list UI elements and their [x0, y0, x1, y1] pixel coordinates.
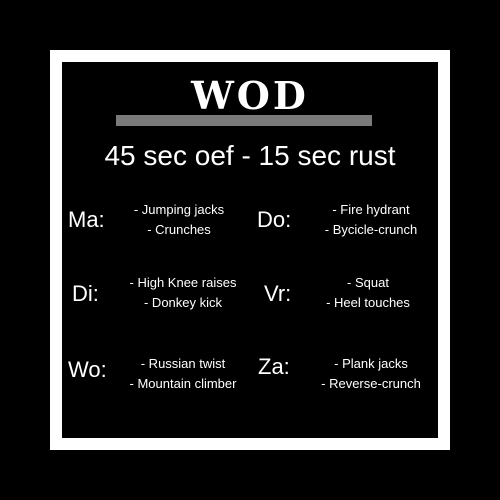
exercise-list-wo: - Russian twist - Mountain climber: [113, 354, 253, 394]
day-label-vr: Vr:: [264, 281, 292, 306]
exercise-item: - Donkey kick: [143, 295, 223, 310]
exercise-list-vr: - Squat - Heel touches: [308, 273, 428, 313]
exercise-item: - Fire hydrant: [332, 202, 410, 217]
exercise-item: - Squat: [347, 275, 389, 290]
exercise-item: - Reverse-crunch: [321, 376, 421, 391]
subtitle: 45 sec oef - 15 sec rust: [104, 140, 396, 171]
exercise-item: - Jumping jacks: [133, 202, 225, 217]
exercise-item: - Russian twist: [140, 356, 226, 371]
day-label-do: Do:: [257, 207, 292, 232]
exercise-item: - Bycicle-crunch: [324, 222, 418, 237]
title-divider: [116, 115, 372, 126]
day-label-za: Za:: [258, 354, 290, 379]
exercise-item: - High Knee raises: [129, 275, 237, 290]
page-title: WOD: [191, 73, 309, 118]
day-label-di: Di:: [72, 281, 99, 306]
day-label-ma: Ma:: [68, 207, 105, 232]
exercise-item: - Crunches: [147, 222, 211, 237]
exercise-item: - Heel touches: [326, 295, 410, 310]
day-label-wo: Wo:: [68, 357, 107, 382]
exercise-list-ma: - Jumping jacks - Crunches: [118, 200, 240, 240]
exercise-list-do: - Fire hydrant - Bycicle-crunch: [306, 200, 436, 240]
exercise-list-di: - High Knee raises - Donkey kick: [118, 273, 248, 313]
exercise-item: - Mountain climber: [129, 376, 237, 391]
exercise-list-za: - Plank jacks - Reverse-crunch: [306, 354, 436, 394]
exercise-item: - Plank jacks: [334, 356, 408, 371]
